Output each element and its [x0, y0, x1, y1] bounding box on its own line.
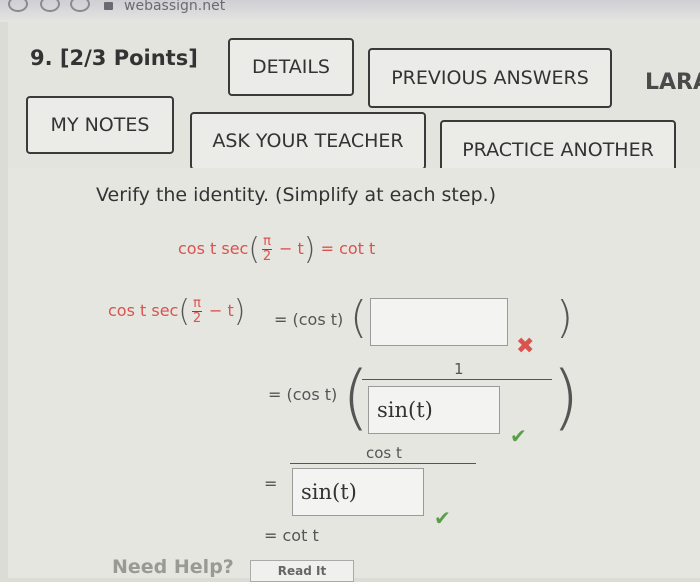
ask-teacher-button[interactable]: ASK YOUR TEACHER: [190, 112, 426, 170]
details-button[interactable]: DETAILS: [228, 38, 354, 96]
lara-button-cut[interactable]: LARA: [645, 70, 700, 95]
identity-lhs: cos t sec: [178, 239, 249, 258]
identity-equation: cos t sec(π 2 − t) = cot t: [178, 232, 376, 267]
step1-open-paren: (: [350, 292, 368, 343]
question-number: 9. [2/3 Points]: [30, 46, 198, 70]
step3-equals: =: [264, 474, 278, 493]
reload-icon[interactable]: [70, 0, 90, 12]
previous-answers-button[interactable]: PREVIOUS ANSWERS: [368, 48, 612, 108]
instruction-text: Verify the identity. (Simplify at each s…: [96, 184, 497, 206]
back-icon[interactable]: [8, 0, 28, 12]
forward-icon[interactable]: [40, 0, 60, 12]
step2-close-paren: ): [552, 356, 580, 438]
step4-result: = cot t: [264, 526, 319, 545]
step3-numerator: cos t: [366, 444, 402, 462]
step2-fraction-bar: [362, 379, 552, 380]
step2-open-paren: (: [342, 356, 370, 438]
step2-numerator: 1: [454, 360, 464, 378]
identity-rhs: cot t: [339, 239, 376, 258]
step2-rhs: = (cos t): [268, 385, 338, 404]
my-notes-button[interactable]: MY NOTES: [26, 96, 174, 154]
step1-lhs: cos t sec(π 2 − t): [108, 294, 246, 329]
step1-close-paren: ): [556, 292, 574, 343]
step3-fraction-bar: [290, 463, 476, 464]
read-it-button[interactable]: Read It: [250, 560, 354, 582]
step1-minus-t: − t: [208, 301, 234, 320]
correct-check-icon: ✔: [510, 424, 527, 448]
correct-check-icon: ✔: [434, 506, 451, 530]
identity-two: 2: [262, 249, 272, 264]
step1-two: 2: [192, 311, 202, 326]
step3-answer-input[interactable]: sin(t): [292, 468, 424, 516]
lock-icon: [104, 2, 113, 10]
need-help-label: Need Help?: [112, 556, 234, 578]
browser-toolbar: webassign.net: [0, 0, 700, 22]
step1-pi: π: [192, 296, 202, 312]
identity-pi: π: [262, 234, 272, 250]
step2-answer-input[interactable]: sin(t): [368, 386, 500, 434]
address-bar[interactable]: webassign.net: [124, 0, 225, 14]
step1-lhs-prefix: cos t sec: [108, 301, 179, 320]
step1-answer-input[interactable]: [370, 298, 508, 346]
identity-equals: =: [320, 239, 334, 258]
identity-minus-t: − t: [278, 239, 304, 258]
incorrect-x-icon: ✖: [516, 334, 535, 359]
step1-rhs: = (cos t): [274, 310, 344, 329]
